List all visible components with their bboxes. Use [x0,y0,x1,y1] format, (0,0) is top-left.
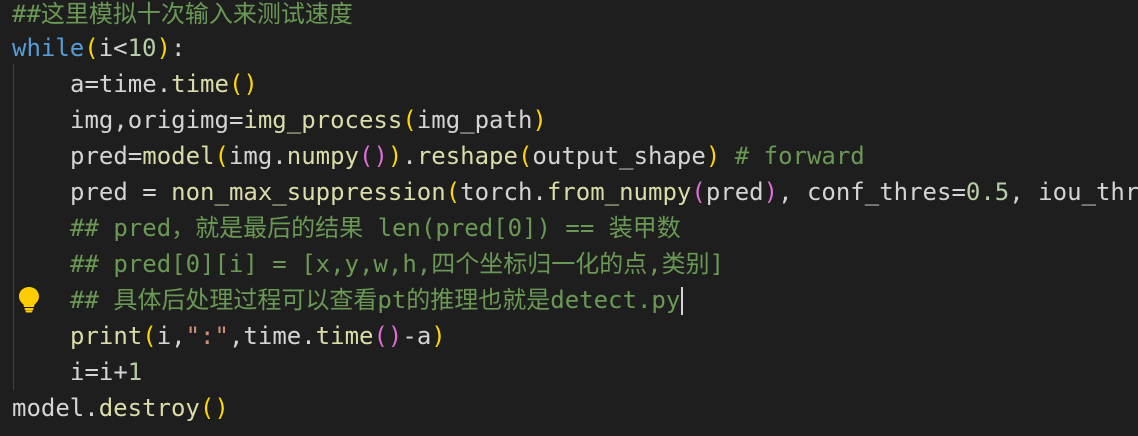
bracket: ) [243,70,258,98]
function-call: time [315,322,374,350]
comment: # forward [720,142,865,170]
code-line-6[interactable]: pred = non_max_suppression(torch.from_nu… [0,174,1138,210]
code-line-5[interactable]: pred=model(img.numpy()).reshape(output_s… [0,138,1138,174]
function-call: reshape [416,142,518,170]
code-line-3[interactable]: a=time.time() [0,66,1138,102]
comment: ## pred，就是最后的结果 len(pred[0]) == 装甲数 [70,214,681,242]
bracket: ) [373,142,388,170]
code-token: img_path [416,106,533,134]
bracket: ) [763,178,779,206]
bracket: ( [84,34,99,62]
code-token: ,time. [228,322,316,350]
bracket: ) [431,322,446,350]
code-line-4[interactable]: img,origimg=img_process(img_path) [0,102,1138,138]
code-token: -a [402,322,432,350]
bracket: ) [387,322,403,350]
function-call: numpy [286,142,359,170]
bracket: ) [532,106,547,134]
bracket: ) [214,394,229,422]
code-token: i< [98,34,128,62]
number: 1 [127,358,143,386]
function-call: non_max_suppression [171,178,446,206]
code-token: . [402,142,417,170]
code-token: , conf_thres= [778,178,966,206]
bracket: ( [691,178,706,206]
bracket: ( [373,322,388,350]
function-call: destroy [98,394,200,422]
function-call: print [70,322,143,350]
bracket: ( [445,178,461,206]
number: 10 [127,34,157,62]
function-call: img_process [243,106,403,134]
bracket: ( [517,142,533,170]
code-token: torch. [460,178,547,206]
code-token: i=i+ [70,358,128,386]
code-token: pred [705,178,764,206]
text-cursor [681,287,684,315]
bracket: ) [387,142,403,170]
number: 0.5 [965,178,1010,206]
function-call: time [171,70,229,98]
comment: ##这里模拟十次输入来测试速度 [12,0,353,28]
lightbulb-icon[interactable] [16,285,42,313]
code-token: model. [12,394,99,422]
bracket: ( [359,142,374,170]
code-token: output_shape [532,142,706,170]
function-call: from_numpy [546,178,692,206]
function-call: model [142,142,215,170]
bracket: ( [402,106,417,134]
code-token: a=time. [70,70,172,98]
code-editor[interactable]: ##这里模拟十次输入来测试速度 while(i<10): a=time.time… [0,0,1138,436]
code-token: pred = [70,178,172,206]
comment: ## 具体后处理过程可以查看pt的推理也就是detect.py [70,286,681,314]
code-token: : [170,34,186,62]
bracket: ( [199,394,215,422]
bracket: ( [214,142,229,170]
bracket: ( [142,322,157,350]
code-line-11[interactable]: i=i+1 [0,354,1138,390]
code-line-9[interactable]: ## 具体后处理过程可以查看pt的推理也就是detect.py [0,282,1138,318]
code-line-10[interactable]: print(i,":",time.time()-a) [0,318,1138,354]
string-literal: ":" [185,322,229,350]
bracket: ) [705,142,721,170]
code-line-1[interactable]: ##这里模拟十次输入来测试速度 [0,0,1138,32]
code-token: , iou_thr [1009,178,1138,206]
code-token: pred= [70,142,143,170]
code-line-8[interactable]: ## pred[0][i] = [x,y,w,h,四个坐标归一化的点,类别] [0,246,1138,282]
keyword-while: while [12,34,85,62]
bracket: ) [156,34,171,62]
code-line-2[interactable]: while(i<10): [0,30,1138,66]
code-token: img,origimg= [70,106,244,134]
comment: ## pred[0][i] = [x,y,w,h,四个坐标归一化的点,类别] [70,250,725,278]
code-line-12[interactable]: model.destroy() [0,390,1138,426]
bracket: ( [228,70,244,98]
code-token: img. [228,142,287,170]
code-line-7[interactable]: ## pred，就是最后的结果 len(pred[0]) == 装甲数 [0,210,1138,246]
code-token: i, [156,322,186,350]
